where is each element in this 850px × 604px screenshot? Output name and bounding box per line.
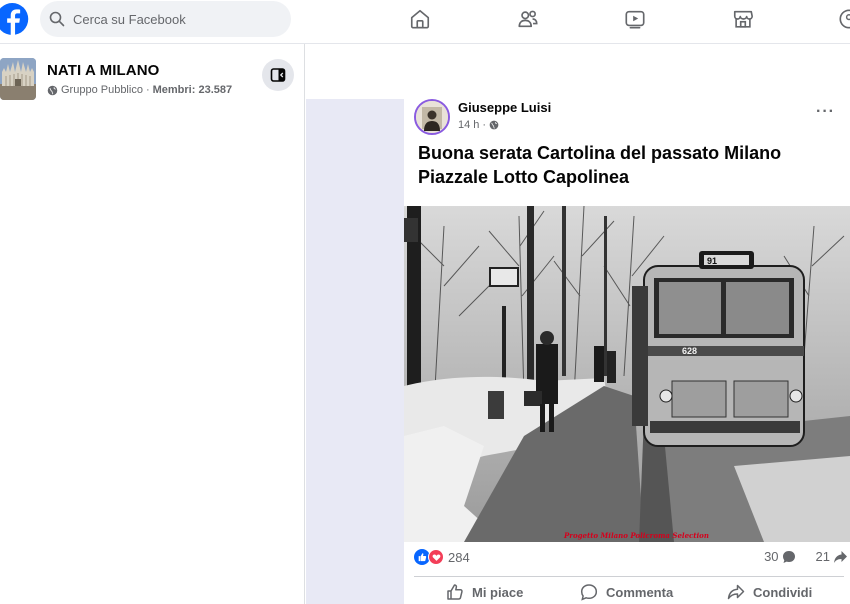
post-stats: 30 21 — [764, 549, 848, 564]
reactions-summary[interactable]: 284 — [414, 549, 470, 565]
actions-divider — [414, 576, 844, 577]
collapse-sidebar-button[interactable] — [262, 59, 294, 91]
post-card: Giuseppe Luisi 14 h · ··· Buona serata C… — [404, 99, 850, 604]
main-content: Giuseppe Luisi 14 h · ··· Buona serata C… — [306, 44, 850, 604]
comment-bubble-icon — [782, 550, 795, 563]
group-members: Membri: 23.587 — [152, 84, 233, 96]
group-sidebar: NATI A MILANO Gruppo Pubblico · Membri: … — [0, 44, 305, 604]
bus-number: 628 — [682, 346, 697, 356]
facebook-logo-icon[interactable] — [0, 2, 32, 36]
post-text-line: Buona serata Cartolina del passato Milan… — [418, 143, 782, 163]
share-icon — [727, 584, 745, 600]
post-photo[interactable]: 91 628 Progetto Milano Policroma Selecti… — [404, 206, 850, 542]
comment-count[interactable]: 30 — [764, 549, 778, 564]
sidebar-toggle-icon — [270, 68, 286, 82]
friends-icon[interactable] — [517, 8, 539, 30]
time-separator: · — [482, 119, 487, 131]
comment-icon — [580, 584, 598, 601]
post-timestamp: 14 h · — [458, 119, 499, 131]
photo-caption: Progetto Milano Policroma Selection — [564, 531, 709, 540]
post-text-line: Piazzale Lotto Capolinea — [418, 167, 630, 187]
top-navigation-bar: Cerca su Facebook — [0, 0, 850, 44]
marketplace-icon[interactable] — [732, 8, 754, 30]
thumbs-up-icon — [447, 584, 463, 600]
share-label: Condividi — [753, 584, 813, 600]
post-author[interactable]: Giuseppe Luisi — [458, 100, 551, 115]
groups-icon[interactable] — [838, 8, 850, 30]
search-placeholder: Cerca su Facebook — [73, 11, 186, 27]
share-count[interactable]: 21 — [816, 549, 830, 564]
more-options-icon[interactable]: ··· — [816, 103, 835, 121]
post-text: Buona serata Cartolina del passato Milan… — [418, 141, 838, 189]
reaction-count: 284 — [448, 549, 470, 565]
like-button[interactable]: Mi piace — [446, 583, 523, 601]
globe-icon — [47, 85, 58, 95]
search-input[interactable]: Cerca su Facebook — [40, 1, 291, 37]
video-icon[interactable] — [624, 8, 646, 30]
post-time[interactable]: 14 h — [458, 119, 479, 131]
meta-separator: · — [145, 84, 150, 96]
tram-stop-photo: 91 628 — [404, 206, 850, 542]
home-icon[interactable] — [409, 8, 431, 30]
group-cover-thumbnail[interactable] — [0, 58, 36, 100]
love-reaction-icon — [428, 549, 444, 565]
share-button[interactable]: Condividi — [727, 583, 812, 601]
search-icon — [49, 11, 65, 27]
group-meta: Gruppo Pubblico · Membri: 23.587 — [47, 84, 232, 96]
author-avatar[interactable] — [414, 99, 450, 135]
share-arrow-icon — [834, 550, 847, 563]
bus-sign: 91 — [707, 256, 717, 266]
group-name[interactable]: NATI A MILANO — [47, 62, 159, 79]
feed-background: Giuseppe Luisi 14 h · ··· Buona serata C… — [306, 99, 850, 604]
comment-label: Commenta — [606, 584, 674, 600]
duomo-image — [0, 58, 36, 100]
comment-button[interactable]: Commenta — [580, 583, 673, 601]
globe-icon — [489, 120, 499, 130]
group-privacy: Gruppo Pubblico — [61, 84, 143, 96]
like-label: Mi piace — [472, 584, 524, 600]
author-photo — [416, 101, 448, 133]
